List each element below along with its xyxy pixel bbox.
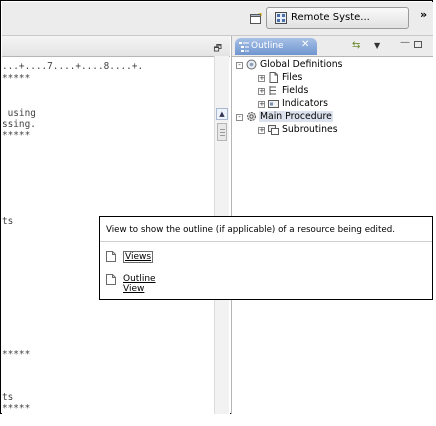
column-ruler: ...+....7....+....8....+.	[2, 61, 144, 72]
scroll-thumb[interactable]	[217, 123, 227, 141]
subroutines-icon	[268, 125, 279, 135]
outline-icon	[239, 42, 249, 52]
close-icon[interactable]: ✕	[301, 39, 309, 50]
globe-gear-icon	[246, 59, 257, 70]
code-line: *****	[2, 403, 31, 414]
remote-systems-perspective-button[interactable]: Remote Syste...	[266, 7, 409, 29]
expand-icon[interactable]: +	[258, 75, 265, 82]
tree-node-label: Indicators	[282, 98, 328, 109]
code-line: *****	[2, 349, 31, 360]
collapse-icon[interactable]: -	[236, 114, 243, 121]
code-line: ssing.	[2, 119, 36, 130]
collapse-icon[interactable]: -	[236, 62, 243, 69]
tree-node-label: Fields	[282, 85, 309, 96]
tree-node-main-procedure[interactable]: - Main Procedure	[236, 111, 426, 123]
expand-icon[interactable]: +	[258, 101, 265, 108]
tab-outline[interactable]: Outline ✕	[235, 38, 317, 55]
fields-icon	[269, 86, 276, 95]
window-bottom-edge	[0, 414, 436, 426]
page-icon	[106, 274, 116, 285]
help-link-label[interactable]: Outline View	[123, 274, 156, 294]
view-menu-icon[interactable]: ▼	[374, 41, 380, 50]
scroll-up-icon[interactable]: ▲	[216, 108, 228, 120]
code-line: ts	[2, 216, 14, 227]
tree-node-files[interactable]: + Files	[236, 72, 426, 84]
help-link-label[interactable]: Views	[123, 251, 154, 263]
tree-node-label: Subroutines	[282, 124, 338, 135]
indicators-icon	[268, 100, 279, 108]
tree-node-subroutines[interactable]: + Subroutines	[236, 124, 426, 136]
code-line: ts	[2, 392, 14, 403]
tab-outline-label: Outline	[251, 41, 284, 51]
restore-icon[interactable]: 🗗	[214, 41, 222, 57]
tree-node-label: Files	[282, 72, 303, 83]
code-line: using	[2, 108, 36, 119]
tree-node-indicators[interactable]: + Indicators	[236, 98, 426, 110]
remote-systems-icon	[275, 12, 287, 24]
link-with-editor-icon[interactable]: ⇆	[352, 40, 360, 51]
minimize-icon[interactable]: —	[400, 37, 410, 48]
tree-node-fields[interactable]: + Fields	[236, 85, 426, 97]
main-toolbar: Remote Syste... »	[2, 2, 433, 36]
page-icon	[106, 251, 116, 262]
open-perspective-icon[interactable]	[250, 13, 262, 25]
expand-icon[interactable]: +	[258, 88, 265, 95]
tree-node-global-definitions[interactable]: - Global Definitions	[236, 59, 426, 71]
gear-icon	[247, 112, 256, 121]
workbench-window: Remote Syste... » 🗗 ...+....7....+....8.…	[0, 0, 434, 414]
tree-node-label: Global Definitions	[260, 59, 343, 70]
file-icon	[269, 72, 278, 83]
code-line: *****	[2, 73, 31, 84]
more-perspectives-chevron[interactable]: »	[420, 8, 427, 21]
expand-icon[interactable]: +	[258, 127, 265, 134]
help-tooltip: View to show the outline (if applicable)…	[99, 216, 433, 300]
tooltip-description: View to show the outline (if applicable)…	[106, 225, 395, 235]
tree-node-label: Main Procedure	[259, 111, 333, 122]
tooltip-divider	[100, 241, 432, 242]
editor-tab-bar: 🗗	[2, 36, 230, 57]
perspective-label: Remote Syste...	[291, 12, 370, 23]
outline-view-header: Outline ✕ ⇆ ▼ —	[232, 36, 434, 57]
code-line: *****	[2, 130, 31, 141]
maximize-icon[interactable]	[414, 41, 422, 48]
